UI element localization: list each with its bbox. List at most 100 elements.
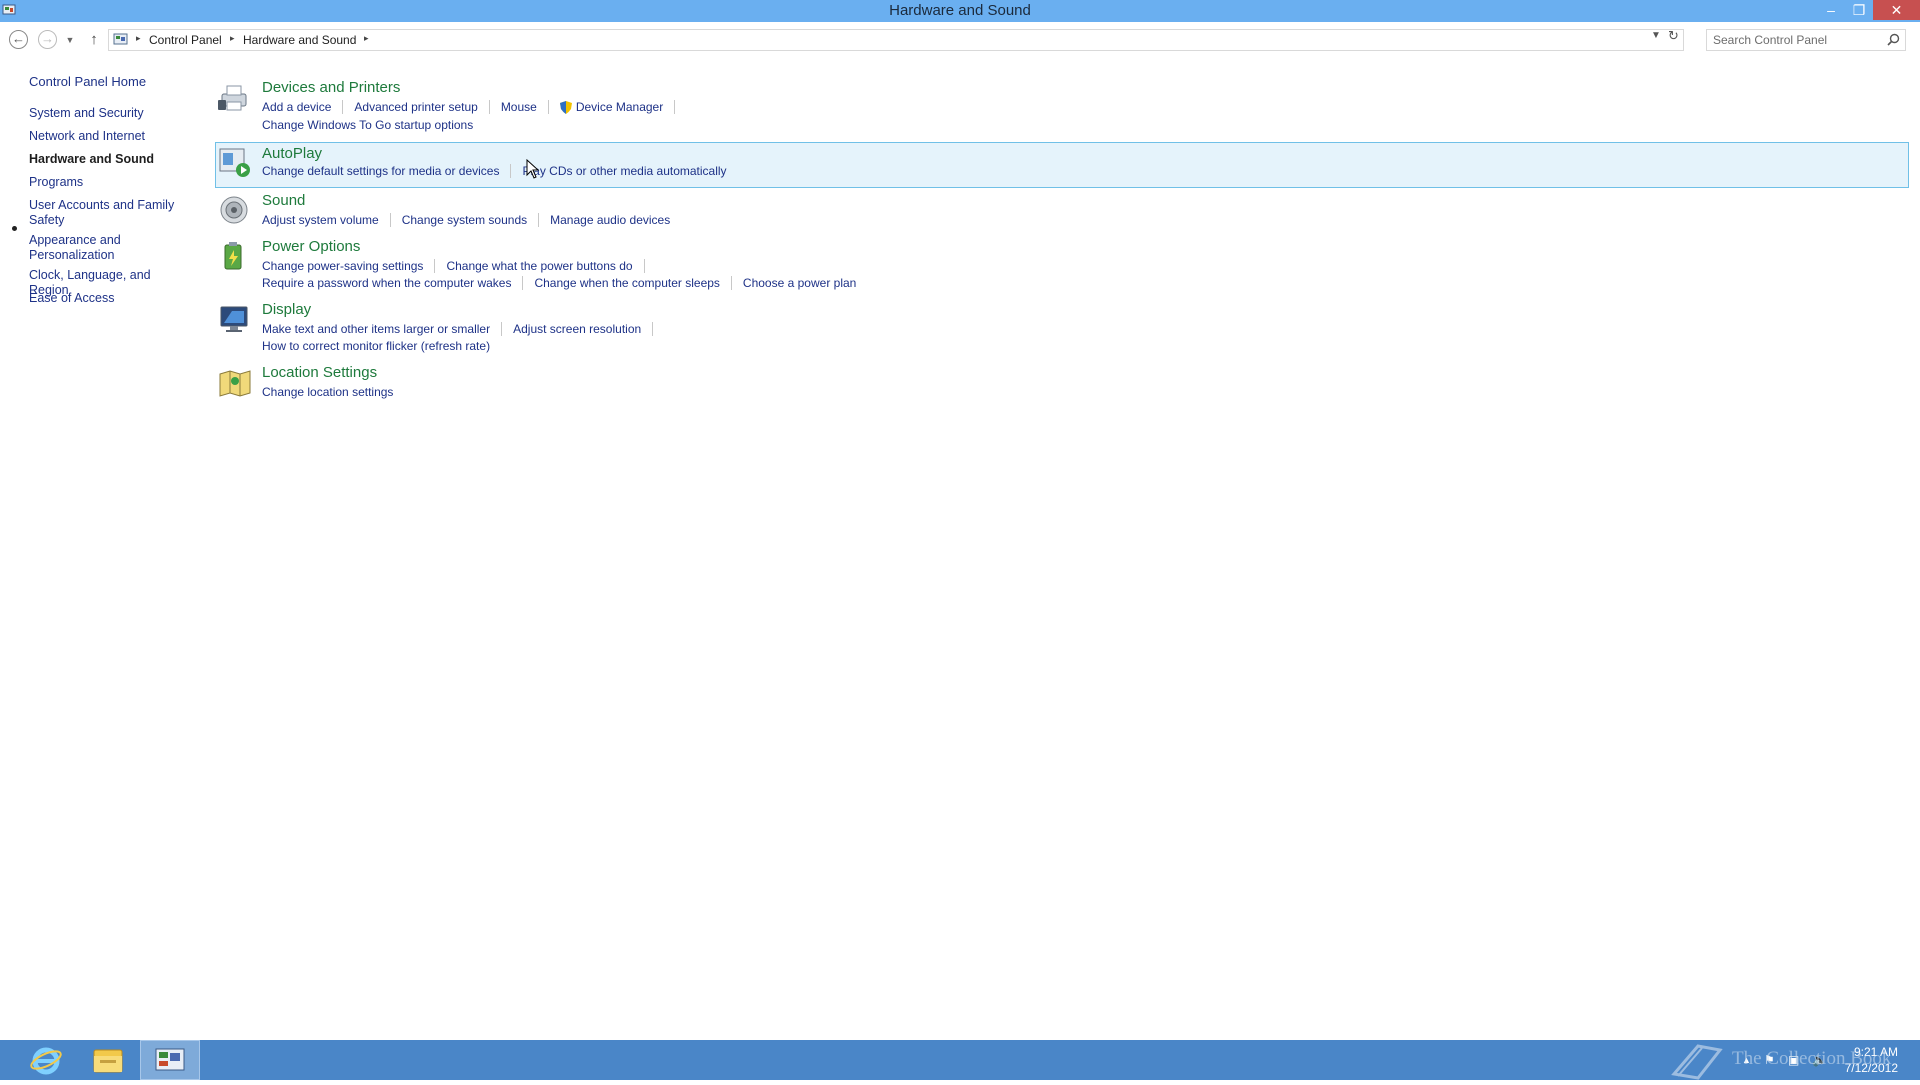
adjust-screen-resolution-link[interactable]: Adjust screen resolution [513,322,641,336]
book-logo-icon [1671,1044,1723,1080]
link-row: Adjust system volume Change system sound… [262,213,670,227]
taskbar-file-explorer[interactable] [78,1040,138,1080]
control-panel-icon [155,1048,185,1071]
sidebar-item-programs[interactable]: Programs [29,175,189,190]
minimize-button[interactable]: – [1817,0,1845,20]
change-power-saving-settings-link[interactable]: Change power-saving settings [262,259,423,273]
link-row: Change power-saving settings Change what… [262,259,656,273]
internet-explorer-icon [30,1047,62,1075]
battery-icon [224,242,242,270]
add-a-device-link[interactable]: Add a device [262,100,331,114]
play-cds-automatically-link[interactable]: Play CDs or other media automatically [522,164,726,178]
link-row: Change location settings [262,385,393,399]
link-row: Add a device Advanced printer setup Mous… [262,100,686,114]
sidebar-item-hardware-and-sound[interactable]: Hardware and Sound [29,152,189,167]
link-divider [488,100,490,114]
category-title[interactable]: Sound [262,192,305,209]
change-system-sounds-link[interactable]: Change system sounds [402,213,527,227]
category-display: Display Make text and other items larger… [215,298,1910,358]
taskbar-control-panel[interactable] [140,1040,200,1080]
link-divider [674,100,676,114]
category-title[interactable]: Display [262,301,311,318]
sidebar-item-network-and-internet[interactable]: Network and Internet [29,129,189,144]
up-button[interactable]: ↑ [84,30,104,50]
breadcrumb-separator-icon[interactable]: ▸ [136,33,141,44]
search-input[interactable] [1713,33,1883,47]
address-bar[interactable]: ▸ Control Panel ▸ Hardware and Sound ▸ [108,29,1684,51]
category-autoplay[interactable]: AutoPlay Change default settings for med… [215,142,1909,188]
sidebar-control-panel-home[interactable]: Control Panel Home [29,74,146,89]
breadcrumb-separator-icon[interactable]: ▸ [230,33,235,44]
address-dropdown-icon[interactable]: ▼ [1651,30,1661,41]
category-devices-and-printers: Devices and Printers Add a device Advanc… [215,76,1910,136]
folder-icon [93,1049,123,1073]
navigation-bar: ← → ▼ ↑ ▸ Control Panel ▸ Hardware and S… [0,27,1920,53]
category-title[interactable]: Devices and Printers [262,79,400,96]
manage-audio-devices-link[interactable]: Manage audio devices [550,213,670,227]
windows-to-go-startup-link[interactable]: Change Windows To Go startup options [262,118,473,132]
choose-power-plan-link[interactable]: Choose a power plan [743,276,856,290]
category-location-settings: Location Settings Change location settin… [215,361,1910,405]
title-bar: Hardware and Sound – ❐ ✕ [0,0,1920,22]
link-row: How to correct monitor flicker (refresh … [262,339,490,353]
change-power-buttons-link[interactable]: Change what the power buttons do [446,259,632,273]
link-divider [510,164,512,178]
speaker-icon [220,196,248,224]
breadcrumb-hardware-and-sound[interactable]: Hardware and Sound [243,33,356,47]
mouse-link[interactable]: Mouse [501,100,537,114]
breadcrumb-control-panel[interactable]: Control Panel [149,33,222,47]
advanced-printer-setup-link[interactable]: Advanced printer setup [354,100,477,114]
link-divider [538,213,540,227]
refresh-icon[interactable]: ↻ [1668,28,1679,44]
link-divider [547,100,549,114]
breadcrumb-separator-icon[interactable]: ▸ [364,33,369,44]
printer-icon [218,85,247,111]
watermark: The Collection Book [1668,1040,1898,1080]
sidebar-item-system-and-security[interactable]: System and Security [29,106,189,121]
recent-locations-button[interactable]: ▼ [63,30,77,50]
link-row: Require a password when the computer wak… [262,276,856,290]
link-divider [522,276,524,290]
close-button[interactable]: ✕ [1873,0,1920,20]
back-button[interactable]: ← [9,30,28,49]
watermark-text: The Collection Book [1732,1048,1892,1069]
window-title: Hardware and Sound [889,2,1031,19]
link-row: Change Windows To Go startup options [262,118,473,132]
link-divider [643,259,645,273]
adjust-system-volume-link[interactable]: Adjust system volume [262,213,379,227]
require-password-on-wake-link[interactable]: Require a password when the computer wak… [262,276,511,290]
uac-shield-icon [559,100,572,114]
monitor-flicker-link[interactable]: How to correct monitor flicker (refresh … [262,339,490,353]
maximize-button[interactable]: ❐ [1845,0,1873,20]
sidebar-item-ease-of-access[interactable]: Ease of Access [29,291,189,306]
change-location-settings-link[interactable]: Change location settings [262,385,393,399]
chevron-down-icon: ▼ [65,35,75,45]
change-sleep-time-link[interactable]: Change when the computer sleeps [534,276,719,290]
arrow-left-icon: ← [12,31,25,46]
category-sound: Sound Adjust system volume Change system… [215,189,1910,233]
search-icon[interactable] [1887,33,1900,46]
autoplay-icon [219,148,250,177]
control-panel-window: Hardware and Sound – ❐ ✕ ← → ▼ ↑ ▸ Contr… [0,0,1920,1040]
monitor-icon [220,306,248,332]
taskbar-internet-explorer[interactable] [16,1040,76,1080]
category-title[interactable]: Power Options [262,238,360,255]
link-divider [434,259,436,273]
arrow-up-icon: ↑ [90,31,98,48]
map-icon [219,370,251,397]
link-divider [501,322,503,336]
make-text-larger-link[interactable]: Make text and other items larger or smal… [262,322,490,336]
search-box[interactable] [1706,29,1906,51]
link-divider [389,213,391,227]
active-bullet-icon [12,226,17,231]
arrow-right-icon: → [41,31,54,46]
category-title[interactable]: Location Settings [262,364,377,381]
category-title[interactable]: AutoPlay [262,145,322,162]
device-manager-link[interactable]: Device Manager [576,100,663,114]
forward-button[interactable]: → [38,30,57,49]
sidebar-item-user-accounts[interactable]: User Accounts and Family Safety [29,198,189,228]
link-divider [342,100,344,114]
change-default-media-settings-link[interactable]: Change default settings for media or dev… [262,164,499,178]
sidebar-item-appearance[interactable]: Appearance and Personalization [29,233,189,263]
link-row: Change default settings for media or dev… [262,164,727,178]
